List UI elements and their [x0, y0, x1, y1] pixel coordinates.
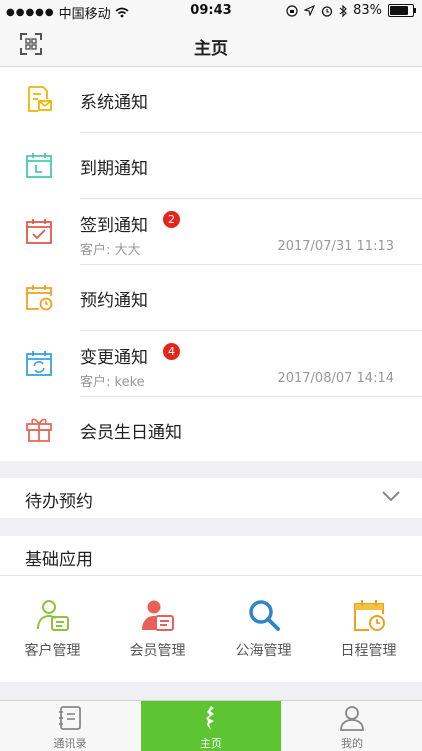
notice-label: 系统通知 [80, 93, 148, 113]
app-customer[interactable]: 客户管理 [0, 598, 105, 668]
app-public-pool[interactable]: 公海管理 [211, 598, 316, 668]
battery-percent: 83% [353, 3, 382, 18]
notice-checkin[interactable]: 签到通知 2 客户: 大大 2017/07/31 11:13 [0, 199, 422, 264]
app-label: 公海管理 [235, 643, 292, 659]
notice-customer: 客户: keke [80, 375, 145, 390]
section-title: 基础应用 [25, 550, 93, 570]
home-icon [206, 706, 214, 730]
notice-label: 签到通知 [80, 216, 148, 236]
notice-expiry[interactable]: 到期通知 [0, 133, 422, 198]
notice-label: 变更通知 [80, 348, 148, 368]
notification-list: 系统通知 到期通知 签到通知 2 客户: 大大 2017/07/31 11:13 [0, 67, 422, 461]
tab-contacts[interactable]: 通讯录 [0, 701, 140, 751]
app-label: 日程管理 [340, 643, 397, 659]
notice-label: 会员生日通知 [80, 423, 182, 443]
notice-label: 到期通知 [80, 159, 148, 179]
unread-badge: 2 [163, 211, 180, 228]
change-calendar-icon [26, 351, 52, 376]
chevron-down-icon[interactable] [382, 490, 400, 502]
pending-appointments[interactable]: 待办预约 [0, 478, 422, 518]
pending-label: 待办预约 [25, 492, 93, 512]
search-icon [248, 600, 280, 631]
notice-system[interactable]: 系统通知 [0, 67, 422, 132]
bluetooth-icon [339, 4, 347, 17]
app-label: 会员管理 [129, 643, 186, 659]
gift-icon [26, 418, 52, 442]
unread-badge: 4 [163, 343, 180, 360]
tab-home[interactable]: 主页 [141, 701, 281, 751]
checkin-calendar-icon [26, 219, 52, 244]
system-notice-icon [28, 86, 52, 112]
notice-appointment[interactable]: 预约通知 [0, 265, 422, 330]
notice-change[interactable]: 变更通知 4 客户: keke 2017/08/07 14:14 [0, 331, 422, 396]
battery-icon [388, 4, 416, 17]
notice-customer: 客户: 大大 [80, 243, 141, 258]
app-label: 客户管理 [24, 643, 81, 659]
notice-time: 2017/07/31 11:13 [277, 239, 394, 254]
section-divider [0, 575, 422, 576]
page-title: 主页 [194, 39, 228, 59]
tab-label: 通讯录 [53, 737, 87, 750]
nav-bar: 主页 [0, 22, 422, 67]
status-bar: ●●●●● 中国移动 09:43 83% [0, 0, 422, 22]
location-icon [304, 5, 316, 16]
customer-icon [36, 600, 69, 631]
profile-icon [340, 706, 364, 731]
alarm-icon [321, 5, 333, 17]
member-icon [141, 600, 174, 631]
contacts-icon [59, 706, 81, 730]
notice-birthday[interactable]: 会员生日通知 [0, 397, 422, 462]
basic-apps: 基础应用 客户管理 会员管理 公海管理 日程管理 [0, 536, 422, 682]
rotation-lock-icon [286, 4, 298, 17]
tab-label: 我的 [341, 737, 363, 750]
expiry-calendar-icon [26, 153, 52, 178]
notice-label: 预约通知 [80, 291, 148, 311]
tab-bar: 通讯录 主页 我的 [0, 700, 422, 751]
appointment-calendar-icon [26, 285, 53, 311]
schedule-icon [353, 600, 385, 631]
tab-profile[interactable]: 我的 [282, 701, 422, 751]
tab-label: 主页 [200, 737, 222, 750]
notice-time: 2017/08/07 14:14 [277, 371, 394, 386]
app-member[interactable]: 会员管理 [105, 598, 210, 668]
app-schedule[interactable]: 日程管理 [316, 598, 421, 668]
